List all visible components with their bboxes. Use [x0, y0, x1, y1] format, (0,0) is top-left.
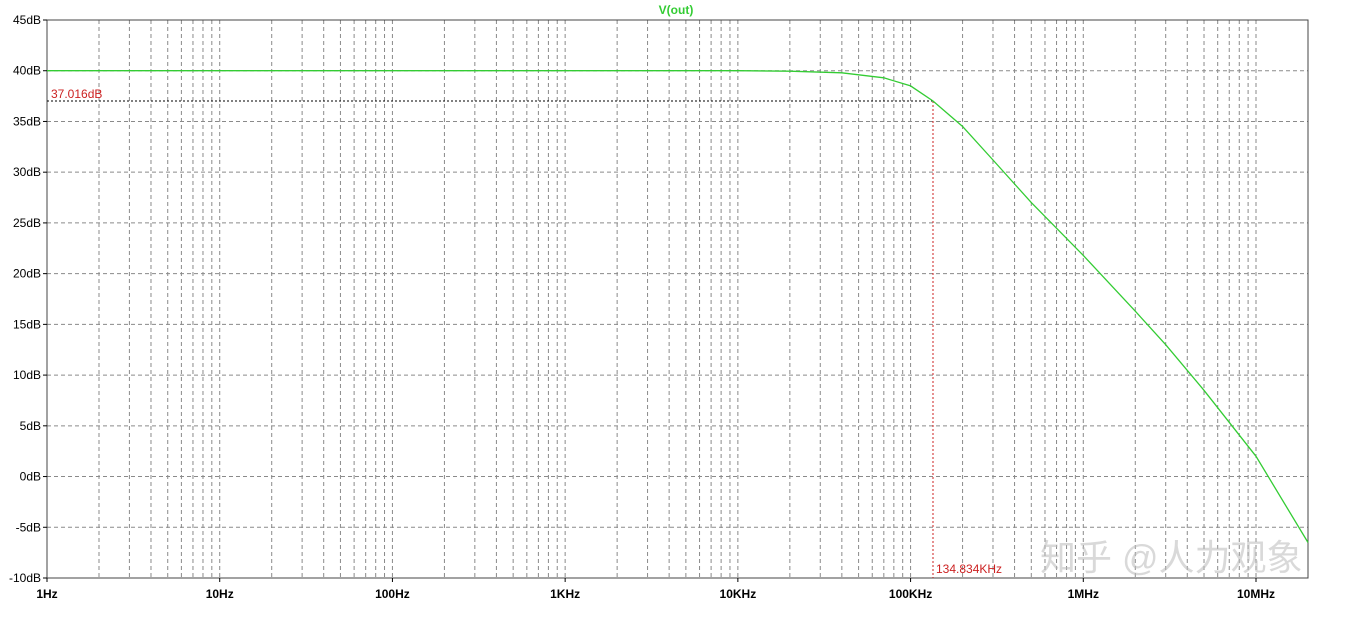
plot-frame [43, 19, 1309, 582]
y-tick-label: 20dB [13, 267, 41, 281]
grid-lines [47, 20, 1308, 578]
x-tick-label: 1KHz [550, 587, 580, 601]
chart-title: V(out) [659, 3, 694, 17]
x-tick-label: 100Hz [375, 587, 410, 601]
series-line [47, 70, 1309, 543]
chart-svg: 37.016dB 134.834KHz 45dB 40dB 35dB 30dB 25dB 2… [9, 3, 1309, 601]
cursor-x-label: 134.834KHz [936, 562, 1002, 576]
x-tick-label: 10KHz [720, 587, 757, 601]
cursor-y-label: 37.016dB [51, 87, 102, 101]
y-tick-label: 15dB [13, 317, 41, 331]
x-tick-label: 1MHz [1068, 587, 1099, 601]
series-lines [47, 70, 1309, 543]
x-tick-label: 1Hz [36, 587, 57, 601]
y-tick-label: -10dB [9, 571, 41, 585]
y-tick-label: 35dB [13, 114, 41, 128]
y-tick-label: 30dB [13, 165, 41, 179]
x-tick-label: 100KHz [889, 587, 932, 601]
plot-border [46, 19, 1309, 579]
y-tick-label: 40dB [13, 64, 41, 78]
y-tick-label: 10dB [13, 368, 41, 382]
bode-plot: 37.016dB 134.834KHz 45dB 40dB 35dB 30dB 25dB 2… [0, 0, 1366, 612]
tick-labels: 45dB 40dB 35dB 30dB 25dB 20dB 15dB 10dB 5dB 0dB -5… [9, 13, 1275, 601]
y-tick-label: 25dB [13, 216, 41, 230]
y-tick-label: 5dB [20, 419, 41, 433]
x-tick-label: 10Hz [206, 587, 234, 601]
y-tick-label: 0dB [20, 470, 41, 484]
watermark: 知乎 @人力观象 [1040, 537, 1303, 578]
y-tick-label: 45dB [13, 13, 41, 27]
x-tick-label: 10MHz [1237, 587, 1275, 601]
y-tick-label: -5dB [16, 520, 41, 534]
